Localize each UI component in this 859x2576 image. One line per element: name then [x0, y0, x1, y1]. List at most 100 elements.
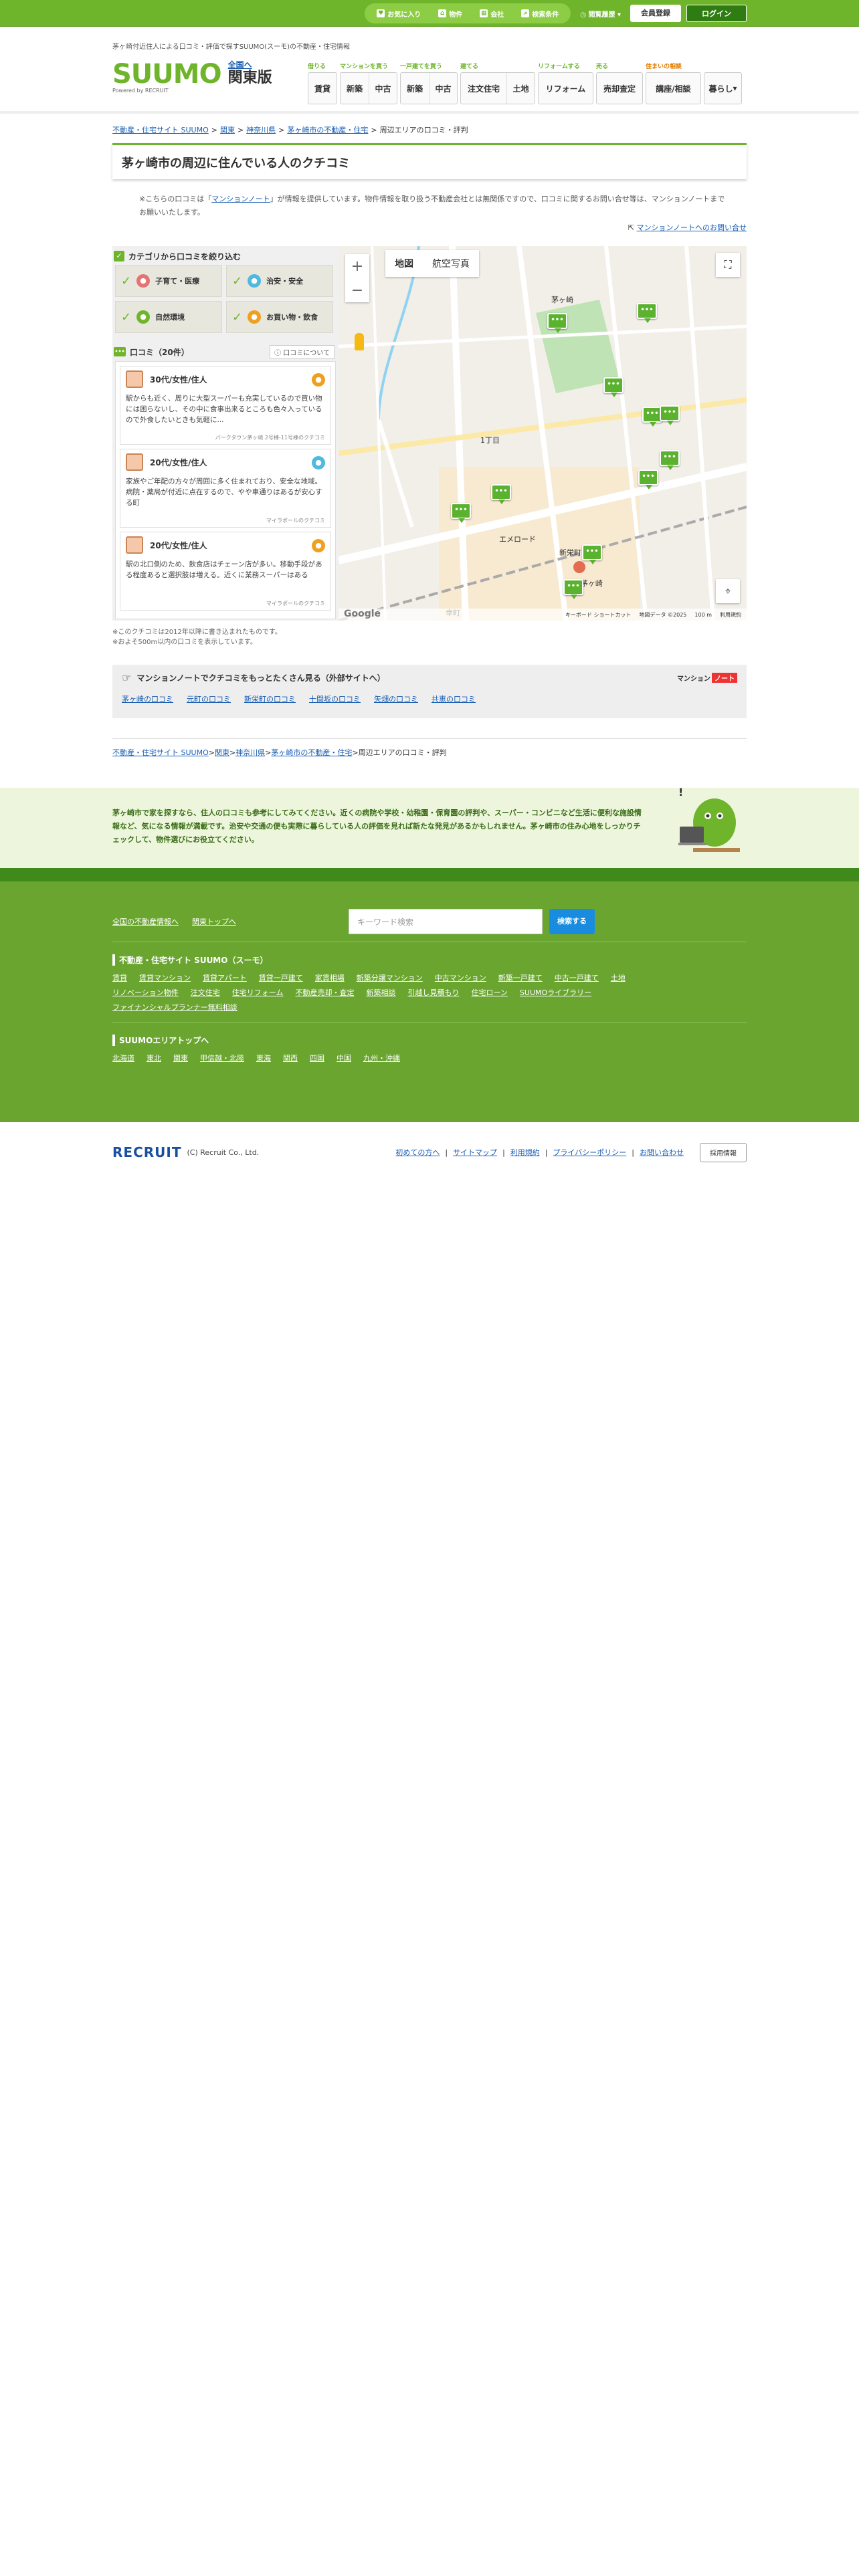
- area-link[interactable]: 関西: [283, 1053, 298, 1063]
- tab-satellite[interactable]: 航空写真: [423, 250, 479, 277]
- tab-map[interactable]: 地図: [385, 250, 423, 277]
- bottom-link[interactable]: 初めての方へ: [395, 1147, 440, 1158]
- category-button[interactable]: 中古: [429, 73, 457, 104]
- review-item[interactable]: 20代/女性/住人 ● 駅の北口側のため、飲食店はチェーン店が多い。移動手段がある程…: [120, 532, 331, 611]
- category-button[interactable]: リフォーム: [539, 73, 593, 104]
- area-link[interactable]: 東北: [147, 1053, 161, 1063]
- bottom-link[interactable]: サイトマップ: [453, 1147, 497, 1158]
- area-link[interactable]: 九州・沖縄: [363, 1053, 400, 1063]
- area-link[interactable]: 四国: [310, 1053, 324, 1063]
- to-national-link[interactable]: 全国へ: [228, 59, 272, 70]
- external-review-link[interactable]: 茅ヶ崎の口コミ: [122, 693, 173, 704]
- property-link[interactable]: ⌂ 物件: [438, 9, 462, 19]
- pegman-icon[interactable]: [355, 333, 364, 350]
- footer-link[interactable]: 賃貸アパート: [203, 972, 247, 983]
- review-pin[interactable]: •••: [637, 303, 657, 323]
- category-filter-item[interactable]: ✓ ● 治安・安全: [226, 265, 333, 297]
- fullscreen-icon[interactable]: ⛶: [716, 253, 740, 277]
- kanto-top-link[interactable]: 関東トップへ: [192, 916, 236, 927]
- breadcrumb-item[interactable]: 関東: [215, 748, 229, 757]
- review-list[interactable]: 30代/女性/住人 ● 駅からも近く、周りに大型スーパーも充実しているので買い物には…: [115, 361, 336, 619]
- footer-link[interactable]: 新築一戸建て: [498, 972, 543, 983]
- zoom-in-button[interactable]: +: [345, 254, 369, 278]
- external-review-link[interactable]: 十間坂の口コミ: [309, 693, 361, 704]
- review-pin[interactable]: •••: [582, 544, 602, 564]
- locate-icon[interactable]: ⌖: [716, 579, 740, 603]
- keyword-search-input[interactable]: キーワード検索: [349, 909, 543, 934]
- footer-link[interactable]: 中古マンション: [435, 972, 486, 983]
- keyboard-shortcuts[interactable]: キーボード ショートカット: [565, 611, 632, 619]
- category-button[interactable]: 注文住宅: [461, 73, 506, 104]
- category-button[interactable]: 土地: [506, 73, 535, 104]
- footer-link[interactable]: ファイナンシャルプランナー無料相談: [112, 1002, 237, 1012]
- suumo-logo[interactable]: SUUMO Powered by RECRUIT: [112, 61, 222, 94]
- review-pin[interactable]: •••: [660, 450, 680, 470]
- search-button[interactable]: 検索する: [549, 909, 595, 934]
- category-button[interactable]: 新築: [341, 73, 369, 104]
- map[interactable]: 茅ヶ崎 1丁目 新栄町 茅ヶ崎 エメロード 幸町 ••• ••• ••• •••…: [339, 246, 747, 621]
- bottom-link[interactable]: プライバシーポリシー: [553, 1147, 627, 1158]
- external-review-link[interactable]: 新栄町の口コミ: [244, 693, 296, 704]
- review-item[interactable]: 20代/女性/住人 ● 家族やご年配の方々が周囲に多く住まれており、安全な地域。病院…: [120, 449, 331, 528]
- history-dropdown[interactable]: ◷ 閲覧履歴 ▾: [576, 9, 625, 19]
- category-button[interactable]: 売却査定: [597, 73, 642, 104]
- contact-link[interactable]: マンションノートへのお問い合せ: [637, 223, 747, 232]
- external-review-link[interactable]: 元町の口コミ: [187, 693, 231, 704]
- breadcrumb-item[interactable]: 不動産・住宅サイト SUUMO: [112, 748, 209, 757]
- external-review-link[interactable]: 共恵の口コミ: [432, 693, 476, 704]
- footer-link[interactable]: 不動産売却・査定: [295, 987, 354, 998]
- category-filter-item[interactable]: ✓ ● 子育て・医療: [115, 265, 222, 297]
- review-item[interactable]: 30代/女性/住人 ● 駅からも近く、周りに大型スーパーも充実しているので買い物には…: [120, 366, 331, 445]
- footer-link[interactable]: 土地: [611, 972, 626, 983]
- footer-link[interactable]: 賃貸: [112, 972, 127, 983]
- footer-link[interactable]: 引越し見積もり: [407, 987, 459, 998]
- favorites-link[interactable]: ♥ お気に入り: [377, 9, 421, 19]
- review-pin[interactable]: •••: [451, 503, 471, 523]
- area-link[interactable]: 中国: [337, 1053, 351, 1063]
- footer-link[interactable]: 住宅ローン: [471, 987, 507, 998]
- category-button[interactable]: 中古: [369, 73, 397, 104]
- breadcrumb-item[interactable]: 神奈川県: [246, 126, 276, 134]
- login-button[interactable]: ログイン: [686, 5, 747, 22]
- category-button[interactable]: 暮らし ▾: [704, 73, 741, 104]
- footer-link[interactable]: 賃貸一戸建て: [259, 972, 303, 983]
- area-link[interactable]: 甲信越・北陸: [200, 1053, 244, 1063]
- mansion-note-link[interactable]: マンションノート: [211, 195, 270, 203]
- search-conditions-link[interactable]: ⌕ 検索条件: [521, 9, 559, 19]
- review-pin[interactable]: •••: [563, 579, 583, 599]
- footer-link[interactable]: 賃貸マンション: [139, 972, 191, 983]
- footer-link[interactable]: 住宅リフォーム: [232, 987, 284, 998]
- footer-link[interactable]: SUUMOライブラリー: [520, 987, 591, 998]
- breadcrumb-item[interactable]: 茅ヶ崎市の不動産・住宅: [287, 126, 368, 134]
- breadcrumb-item[interactable]: 不動産・住宅サイト SUUMO: [112, 126, 209, 134]
- review-pin[interactable]: •••: [547, 313, 567, 333]
- review-pin[interactable]: •••: [638, 469, 658, 490]
- category-button[interactable]: 講座/相談: [646, 73, 700, 104]
- category-filter-item[interactable]: ✓ ● お買い物・飲食: [226, 301, 333, 333]
- area-link[interactable]: 東海: [256, 1053, 271, 1063]
- careers-button[interactable]: 採用情報: [700, 1142, 747, 1162]
- external-review-link[interactable]: 矢畑の口コミ: [374, 693, 418, 704]
- register-button[interactable]: 会員登録: [630, 5, 681, 22]
- terms-link[interactable]: 利用規約: [720, 611, 741, 619]
- review-pin[interactable]: •••: [660, 405, 680, 425]
- footer-link[interactable]: 新築分譲マンション: [357, 972, 423, 983]
- company-link[interactable]: ▦ 会社: [480, 9, 504, 19]
- bottom-link[interactable]: 利用規約: [510, 1147, 540, 1158]
- breadcrumb-item[interactable]: 神奈川県: [235, 748, 265, 757]
- review-pin[interactable]: •••: [603, 377, 624, 397]
- footer-link[interactable]: 中古一戸建て: [555, 972, 599, 983]
- breadcrumb-item[interactable]: 茅ヶ崎市の不動産・住宅: [271, 748, 352, 757]
- category-filter-item[interactable]: ✓ ● 自然環境: [115, 301, 222, 333]
- about-reviews-button[interactable]: ⓘ 口コミについて: [270, 344, 335, 359]
- footer-link[interactable]: リノベーション物件: [112, 987, 179, 998]
- review-pin[interactable]: •••: [491, 484, 511, 504]
- footer-link[interactable]: 家賃相場: [315, 972, 345, 983]
- footer-link[interactable]: 注文住宅: [191, 987, 220, 998]
- footer-link[interactable]: 新築相談: [366, 987, 395, 998]
- zoom-out-button[interactable]: −: [345, 278, 369, 302]
- bottom-link[interactable]: お問い合わせ: [640, 1147, 684, 1158]
- national-link[interactable]: 全国の不動産情報へ: [112, 916, 179, 927]
- category-button[interactable]: 賃貸: [308, 73, 337, 104]
- area-link[interactable]: 北海道: [112, 1053, 134, 1063]
